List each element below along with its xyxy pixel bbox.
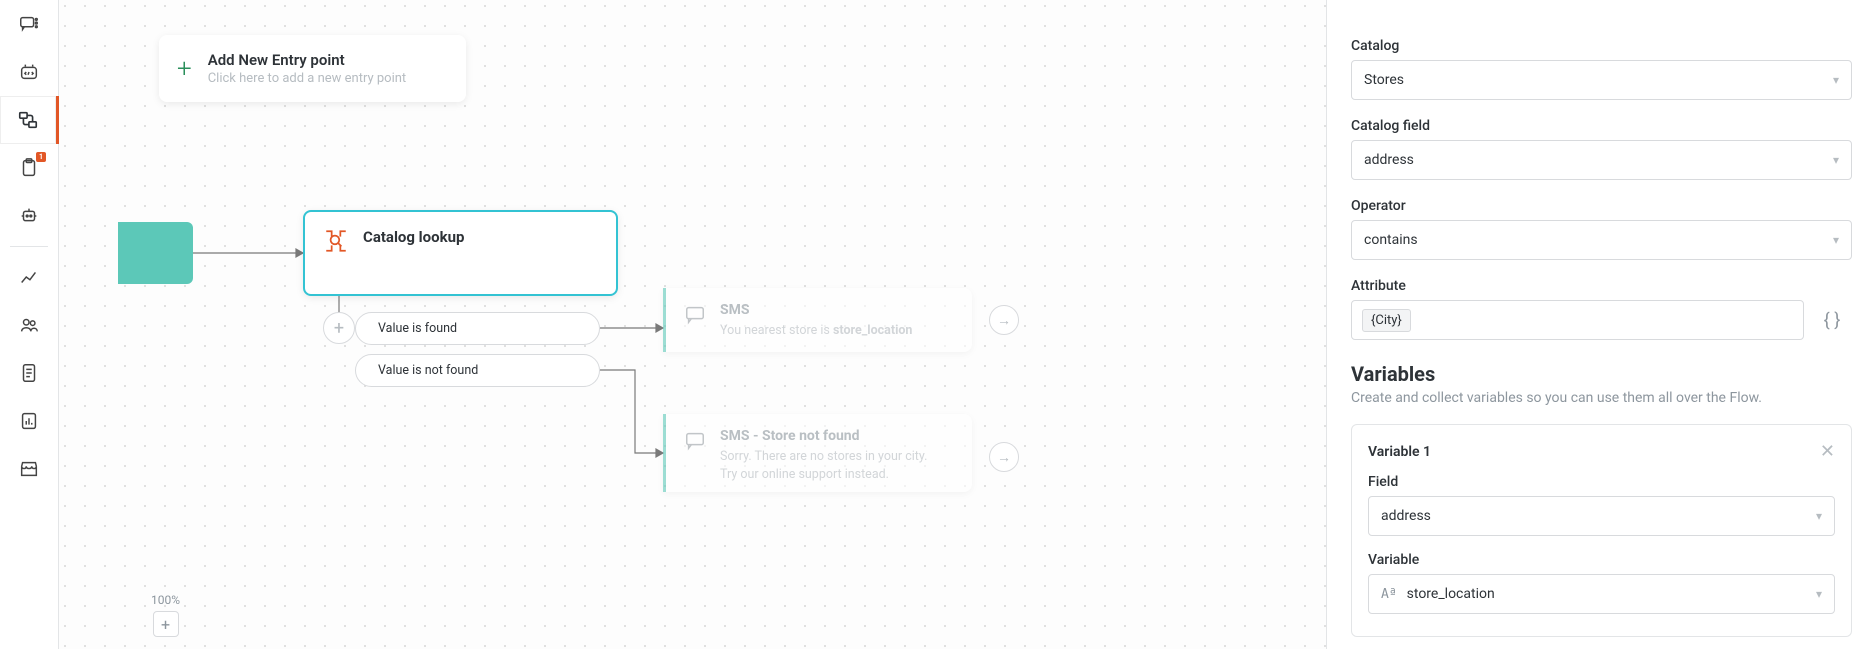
branch-value-not-found[interactable]: Value is not found	[355, 354, 600, 387]
chevron-down-icon: ▾	[1816, 509, 1822, 523]
branch-value-found[interactable]: Value is found	[355, 312, 600, 345]
label-catalog-field: Catalog field	[1351, 118, 1852, 134]
select-catalog-field[interactable]: address ▾	[1351, 140, 1852, 180]
properties-panel: Catalog Stores ▾ Catalog field address ▾…	[1326, 0, 1876, 649]
label-variable-field: Field	[1368, 474, 1835, 490]
catalog-lookup-icon	[323, 228, 349, 254]
sms-node-not-found[interactable]: SMS - Store not found Sorry. There are n…	[663, 414, 972, 492]
zoom-level: 100%	[151, 593, 180, 607]
flow-icon	[17, 109, 39, 131]
storefront-icon	[18, 458, 40, 480]
analytics-icon	[18, 266, 40, 288]
chevron-down-icon: ▾	[1833, 233, 1839, 247]
sms1-body: You nearest store is store_location	[720, 322, 912, 340]
attribute-chip[interactable]: {City}	[1362, 309, 1411, 332]
variables-subtitle: Create and collect variables so you can …	[1351, 390, 1852, 406]
zoom-controls: 100% +	[151, 593, 180, 637]
variable-card: Variable 1 ✕ Field address ▾ Variable Aª…	[1351, 424, 1852, 637]
sms2-next-arrow[interactable]: →	[989, 442, 1019, 472]
flow-canvas[interactable]: + Add New Entry point Click here to add …	[59, 0, 1326, 649]
code-block-icon	[18, 61, 40, 83]
nav-bot[interactable]	[0, 192, 58, 240]
doc-icon	[18, 362, 40, 384]
variable-card-title: Variable 1	[1368, 444, 1431, 460]
nav-people[interactable]	[0, 301, 58, 349]
sms2-body: Sorry. There are no stores in your city.…	[720, 448, 927, 483]
bot-icon	[18, 205, 40, 227]
attribute-input[interactable]: {City}	[1351, 300, 1804, 340]
nav-messages[interactable]	[0, 0, 58, 48]
label-operator: Operator	[1351, 198, 1852, 214]
people-icon	[18, 314, 40, 336]
report-icon	[18, 410, 40, 432]
label-catalog: Catalog	[1351, 38, 1852, 54]
sms-icon	[684, 304, 706, 326]
zoom-in-button[interactable]: +	[153, 611, 179, 637]
label-variable-name: Variable	[1368, 552, 1835, 568]
chevron-down-icon: ▾	[1833, 73, 1839, 87]
nav-flow[interactable]	[0, 96, 59, 144]
nav-clipboard[interactable]: 1	[0, 144, 58, 192]
flow-start-stub[interactable]	[118, 222, 193, 284]
catalog-lookup-node[interactable]: Catalog lookup	[303, 210, 618, 296]
select-operator[interactable]: contains ▾	[1351, 220, 1852, 260]
variables-heading: Variables	[1351, 362, 1852, 386]
select-catalog[interactable]: Stores ▾	[1351, 60, 1852, 100]
add-entry-point-card[interactable]: + Add New Entry point Click here to add …	[159, 35, 466, 102]
nav-code-block[interactable]	[0, 48, 58, 96]
nav-analytics[interactable]	[0, 253, 58, 301]
entry-title: Add New Entry point	[208, 51, 406, 69]
select-variable-field[interactable]: address ▾	[1368, 496, 1835, 536]
messages-icon	[18, 13, 40, 35]
nav-storefront[interactable]	[0, 445, 58, 493]
plus-icon: +	[177, 56, 192, 82]
remove-variable-button[interactable]: ✕	[1820, 441, 1835, 462]
nav-report[interactable]	[0, 397, 58, 445]
entry-subtitle: Click here to add a new entry point	[208, 71, 406, 86]
sms2-title: SMS - Store not found	[720, 428, 927, 444]
nav-separator	[10, 246, 48, 247]
sms1-next-arrow[interactable]: →	[989, 305, 1019, 335]
sidenav: 1	[0, 0, 59, 649]
nav-doc[interactable]	[0, 349, 58, 397]
variable-type-icon: Aª	[1381, 587, 1397, 602]
sms-icon	[684, 430, 706, 452]
nav-badge: 1	[36, 152, 46, 162]
sms-node-nearest-store[interactable]: SMS You nearest store is store_location	[663, 288, 972, 352]
chevron-down-icon: ▾	[1833, 153, 1839, 167]
sms1-title: SMS	[720, 302, 912, 318]
label-attribute: Attribute	[1351, 278, 1852, 294]
add-branch-button[interactable]: +	[323, 312, 355, 344]
select-variable-name[interactable]: Aªstore_location ▾	[1368, 574, 1835, 614]
insert-variable-button[interactable]: { }	[1812, 300, 1852, 340]
chevron-down-icon: ▾	[1816, 587, 1822, 601]
catalog-node-title: Catalog lookup	[363, 228, 464, 246]
